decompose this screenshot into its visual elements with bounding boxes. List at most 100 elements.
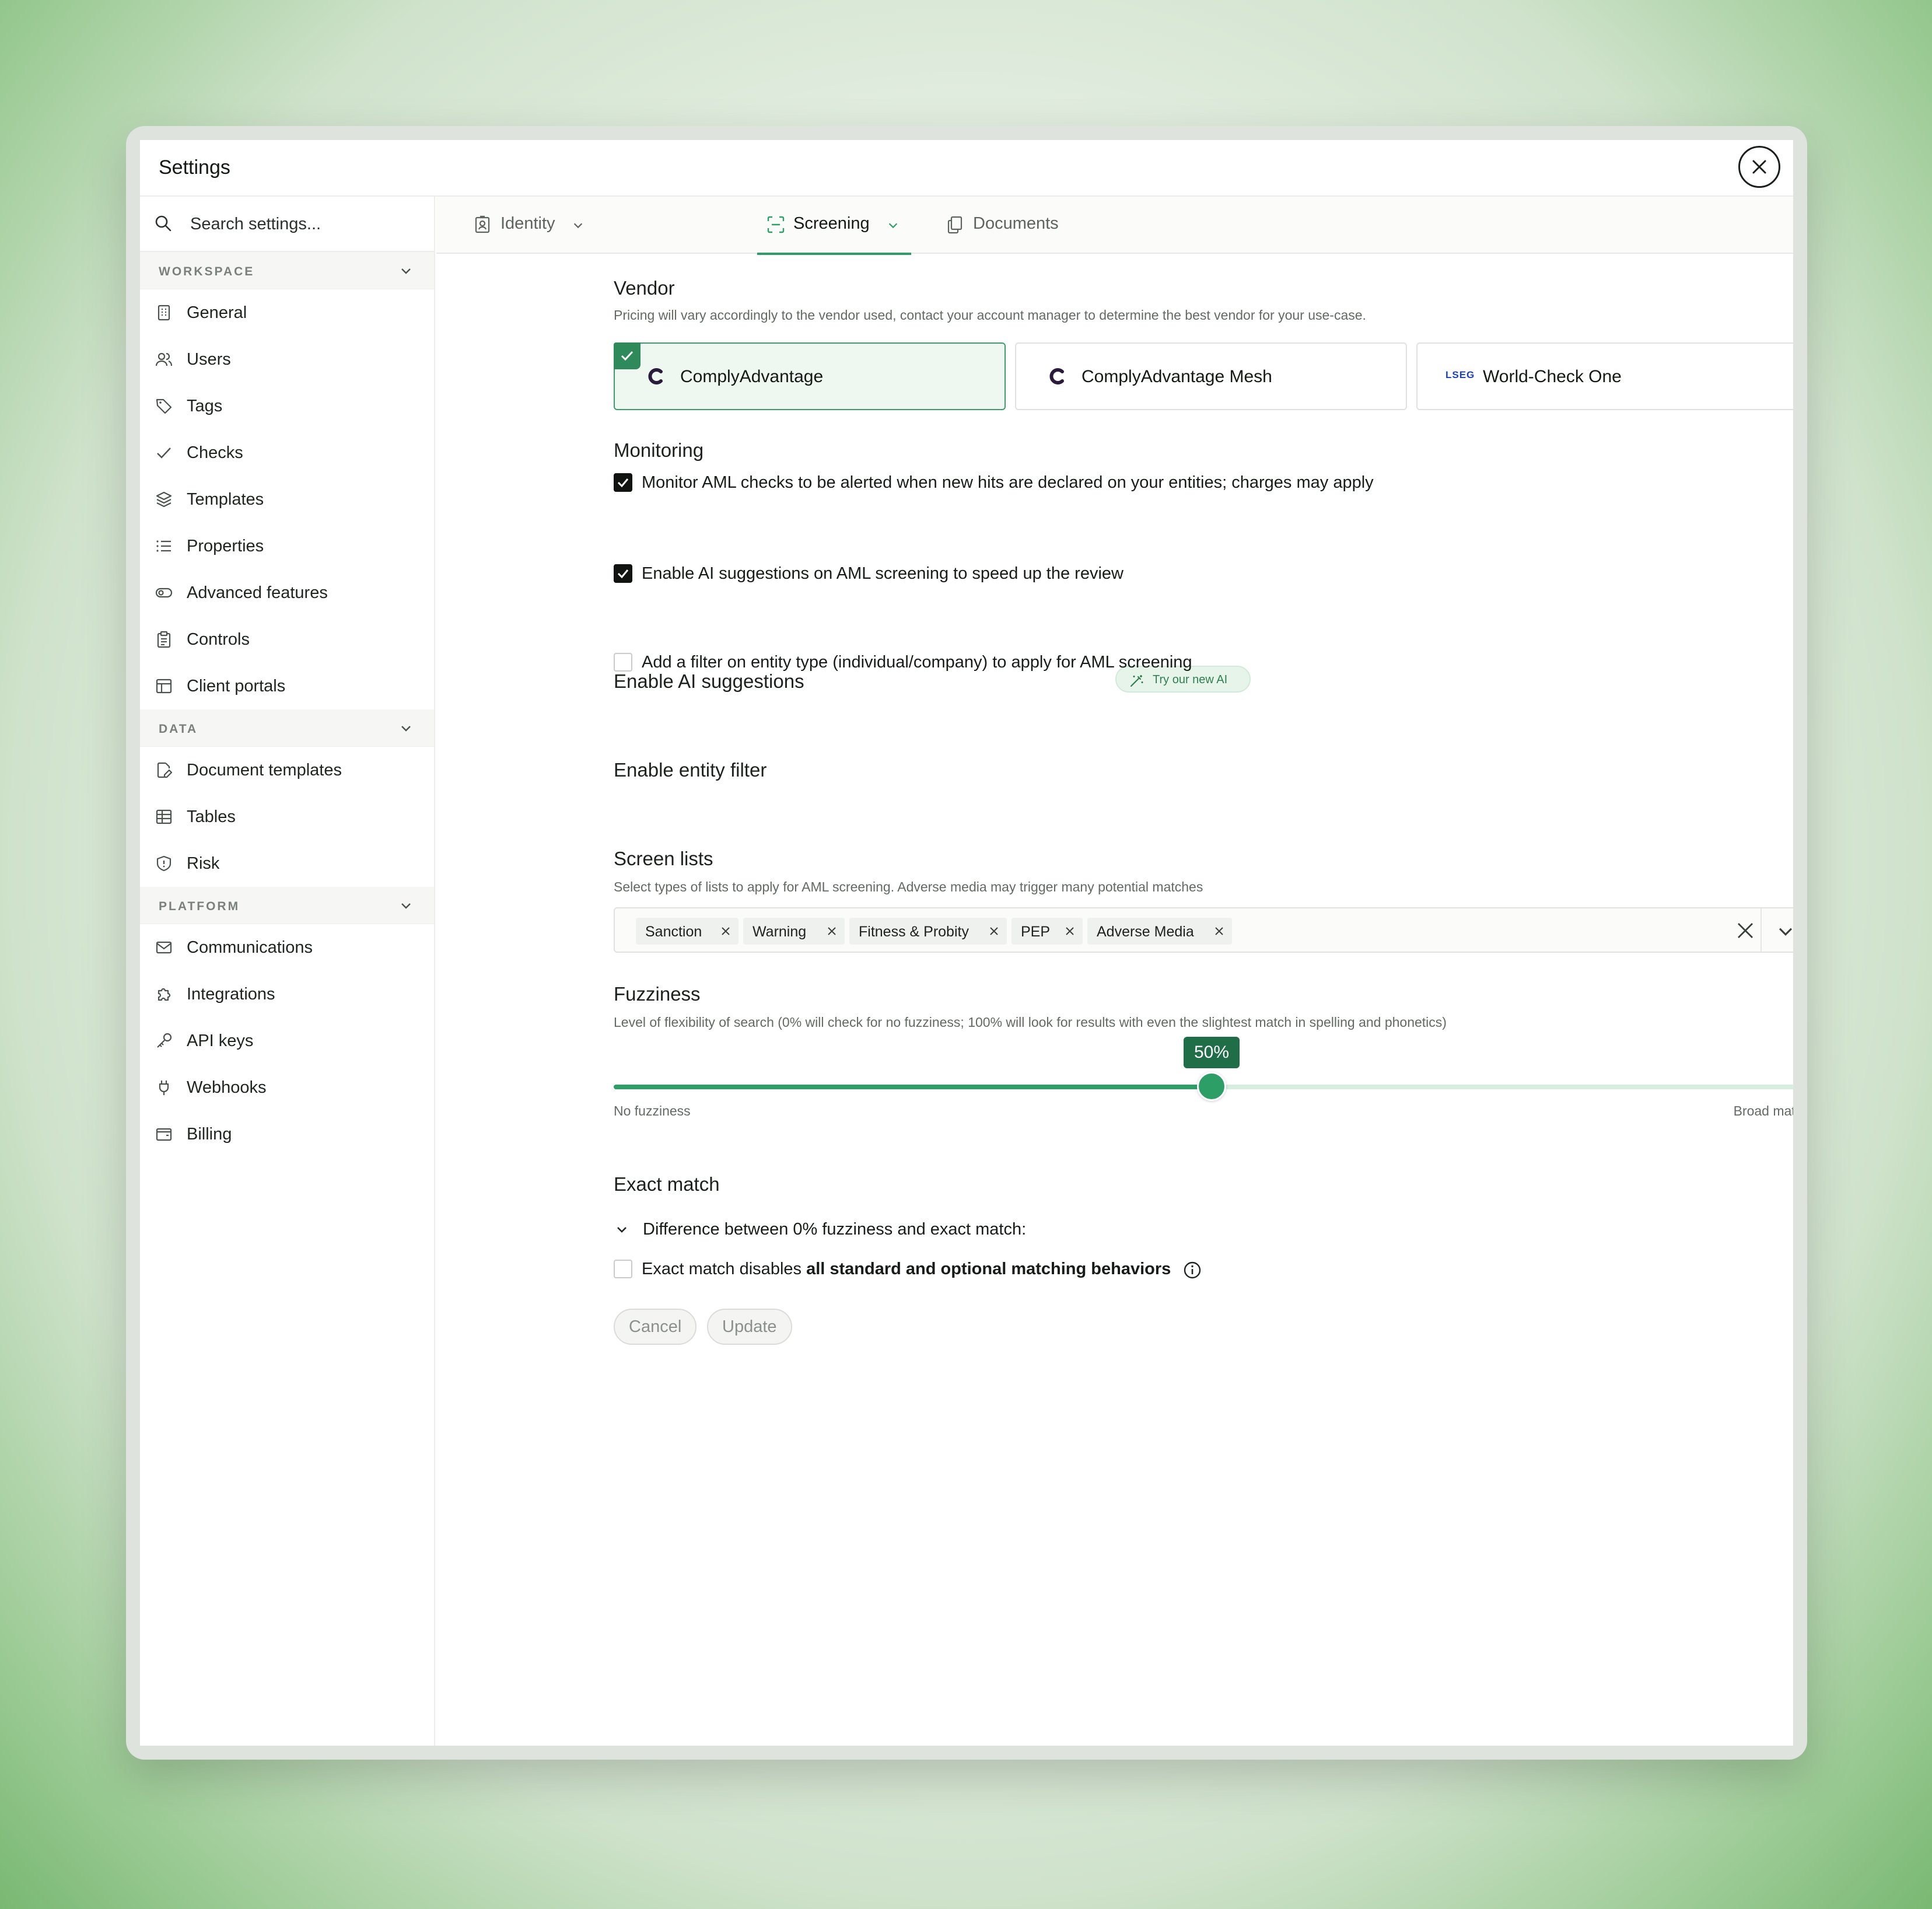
vendor-name: ComplyAdvantage Mesh [1082, 367, 1272, 386]
list-icon [156, 540, 171, 552]
section-data[interactable]: DATA [140, 709, 434, 747]
mail-icon [156, 941, 172, 954]
check-icon [617, 569, 629, 579]
tab-label: Screening [793, 214, 870, 233]
update-button[interactable]: Update [707, 1309, 792, 1345]
info-icon[interactable] [1183, 1261, 1202, 1279]
users-icon [155, 352, 173, 366]
monitoring-checkbox-label: Monitor AML checks to be alerted when ne… [642, 473, 1374, 492]
sidebar-item-integrations[interactable]: Integrations [140, 971, 434, 1018]
complyadvantage-logo-icon [1049, 368, 1064, 384]
fuzziness-slider[interactable]: 50% [614, 1037, 1793, 1101]
chevron-down-icon [401, 268, 411, 274]
shield-icon [156, 855, 172, 872]
chevron-down-icon [401, 726, 411, 732]
sidebar-item-label: Tags [187, 397, 223, 415]
sidebar-item-label: General [187, 303, 247, 322]
remove-chip-icon[interactable] [1213, 925, 1225, 937]
plug-icon [159, 1081, 169, 1095]
selected-check [614, 342, 640, 369]
exact-match-checkbox[interactable] [614, 1260, 632, 1278]
remove-chip-icon[interactable] [1064, 925, 1076, 937]
chip-label: Sanction [645, 924, 702, 940]
sidebar-item-advanced-features[interactable]: Advanced features [140, 569, 434, 616]
settings-window: Settings WORKSPACE General Users [140, 140, 1793, 1746]
layout-icon [156, 679, 172, 694]
check-icon [157, 447, 171, 459]
vendor-title: Vendor [614, 277, 675, 299]
remove-chip-icon[interactable] [988, 925, 1000, 937]
search-icon [155, 215, 172, 232]
exact-match-option: Exact match disables all standard and op… [614, 1257, 1201, 1281]
chip-adverse-media: Adverse Media [1087, 918, 1232, 945]
vendor-option-world-check-one[interactable]: LSEG World-Check One [1416, 342, 1793, 410]
vendor-option-complyadvantage[interactable]: ComplyAdvantage [614, 342, 1006, 410]
sidebar-item-tags[interactable]: Tags [140, 383, 434, 429]
chevron-down-icon [401, 903, 411, 909]
entity-filter-title: Enable entity filter [614, 759, 767, 781]
monitoring-title: Monitoring [614, 439, 704, 461]
sidebar-item-users[interactable]: Users [140, 336, 434, 383]
disclosure-label: Difference between 0% fuzziness and exac… [643, 1220, 1027, 1239]
chip-pep: PEP [1012, 918, 1083, 945]
chevron-down-icon[interactable] [1776, 921, 1793, 941]
monitoring-checkbox[interactable] [614, 473, 632, 492]
building-icon [158, 305, 170, 321]
sidebar-item-label: Document templates [187, 761, 342, 779]
section-workspace[interactable]: WORKSPACE [140, 252, 434, 289]
key-icon [157, 1033, 172, 1048]
entity-filter-checkbox[interactable] [614, 653, 632, 672]
sidebar-item-label: API keys [187, 1032, 254, 1050]
vendor-option-complyadvantage-mesh[interactable]: ComplyAdvantage Mesh [1015, 342, 1407, 410]
sidebar-item-general[interactable]: General [140, 289, 434, 336]
sidebar-item-client-portals[interactable]: Client portals [140, 663, 434, 709]
chip-label: Warning [752, 924, 807, 940]
ai-checkbox[interactable] [614, 564, 632, 583]
complyadvantage-logo-icon [648, 368, 663, 384]
tab-documents[interactable]: Documents [946, 197, 1074, 254]
slider-thumb[interactable] [1197, 1072, 1226, 1101]
sidebar-item-label: Controls [187, 630, 250, 649]
fuzziness-title: Fuzziness [614, 983, 701, 1005]
tab-identity[interactable]: Identity [474, 197, 596, 254]
section-platform[interactable]: PLATFORM [140, 887, 434, 924]
sidebar-item-controls[interactable]: Controls [140, 616, 434, 663]
sidebar-item-billing[interactable]: Billing [140, 1111, 434, 1158]
wallet-icon [156, 1128, 172, 1141]
close-icon [1752, 160, 1766, 174]
sidebar-item-document-templates[interactable]: Document templates [140, 747, 434, 793]
sidebar-item-risk[interactable]: Risk [140, 840, 434, 887]
sidebar-item-checks[interactable]: Checks [140, 429, 434, 476]
clear-all-icon[interactable] [1735, 920, 1756, 941]
sidebar-item-communications[interactable]: Communications [140, 924, 434, 971]
chip-fitness-probity: Fitness & Probity [849, 918, 1007, 945]
file-edit-icon [157, 762, 173, 778]
vendor-name: ComplyAdvantage [680, 367, 824, 386]
screen-lists-select[interactable]: Sanction Warning Fitness & Probity PEP A… [614, 907, 1793, 953]
sidebar-item-tables[interactable]: Tables [140, 793, 434, 840]
puzzle-icon [158, 988, 171, 1001]
sidebar-item-templates[interactable]: Templates [140, 476, 434, 523]
sidebar-item-webhooks[interactable]: Webhooks [140, 1064, 434, 1111]
magic-wand-icon [1130, 675, 1143, 687]
remove-chip-icon[interactable] [826, 925, 838, 937]
slider-max-label: Broad match [1733, 1103, 1793, 1118]
ai-title: Enable AI suggestions [614, 670, 804, 692]
sidebar-item-api-keys[interactable]: API keys [140, 1018, 434, 1064]
remove-chip-icon[interactable] [720, 925, 732, 937]
screen-lists-description: Select types of lists to apply for AML s… [614, 879, 1203, 894]
tab-screening[interactable]: Screening [757, 197, 911, 255]
vendor-name: World-Check One [1483, 367, 1622, 386]
lseg-logo: LSEG [1446, 369, 1475, 380]
entity-filter-checkbox-label: Add a filter on entity type (individual/… [642, 653, 1192, 672]
fuzziness-description: Level of flexibility of search (0% will … [614, 1015, 1447, 1030]
cancel-button[interactable]: Cancel [614, 1309, 697, 1345]
chip-warning: Warning [743, 918, 845, 945]
chip-sanction: Sanction [636, 918, 738, 945]
close-button[interactable] [1738, 146, 1780, 188]
sidebar-item-properties[interactable]: Properties [140, 523, 434, 569]
clipboard-icon [157, 631, 171, 648]
label-bold: all standard and optional matching behav… [806, 1260, 1171, 1278]
search-input[interactable] [190, 209, 418, 239]
tab-label: Documents [973, 214, 1059, 233]
